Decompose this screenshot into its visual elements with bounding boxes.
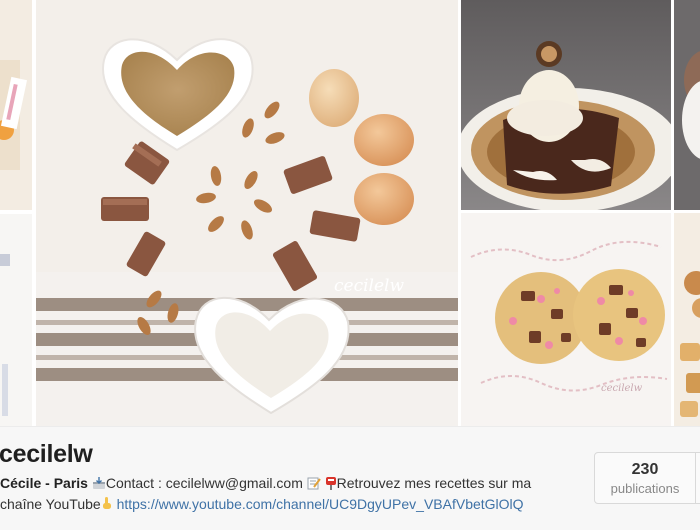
baking-ingredients-photo[interactable]: cecilelw (36, 0, 458, 426)
lava-cake-illustration (461, 0, 671, 210)
cookies-photo[interactable]: cecilelw (461, 213, 671, 426)
photo-tile-partial-left-bottom[interactable] (0, 214, 32, 426)
publications-count: 230 (631, 461, 659, 478)
cookies-illustration (461, 213, 671, 426)
bio-contact: Contact : cecilelww@gmail.com (105, 475, 303, 491)
pointing-down-icon (102, 497, 111, 509)
ingredients-illustration (36, 0, 458, 426)
bio-chaine: chaîne YouTube (0, 496, 101, 512)
youtube-channel-link[interactable]: https://www.youtube.com/channel/UC9DgyUP… (117, 496, 524, 512)
profile-header: cecilelw Cécile - Paris Contact : cecile… (0, 426, 700, 530)
memo-icon (307, 477, 321, 490)
publications-label: publications (610, 481, 680, 496)
food-photo-left-bottom (0, 214, 32, 426)
photo-tile-partial-left-top[interactable] (0, 0, 32, 210)
food-photo-right-top (674, 0, 700, 210)
publications-stat[interactable]: 230 publications (594, 452, 700, 504)
profile-bio: Cécile - Paris Contact : cecilelww@gmail… (0, 473, 580, 515)
lava-cake-photo[interactable] (461, 0, 671, 210)
bio-name: Cécile - Paris (0, 475, 88, 491)
bio-recettes: Retrouvez mes recettes sur ma (336, 475, 532, 491)
photo-grid: cecilelw cecilelw (0, 0, 700, 426)
stat-divider (695, 453, 696, 503)
photo-tile-partial-right-top[interactable] (674, 0, 700, 210)
postbox-icon (325, 477, 336, 490)
photo-watermark-small: cecilelw (601, 383, 643, 394)
profile-username: cecilelw (0, 440, 93, 468)
food-photo-right-bottom (674, 213, 700, 426)
food-photo-left-top (0, 0, 32, 210)
photo-tile-partial-right-bottom[interactable] (674, 213, 700, 426)
inbox-tray-icon (92, 477, 105, 489)
photo-watermark: cecilelw (334, 276, 405, 296)
